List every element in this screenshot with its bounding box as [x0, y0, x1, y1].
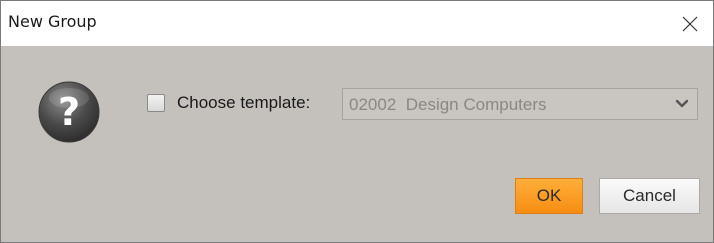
new-group-dialog: New Group ? Choose template: 02002 Desig…	[0, 0, 714, 243]
chevron-down-icon	[675, 99, 689, 108]
svg-text:?: ?	[58, 90, 80, 134]
template-checkbox[interactable]	[147, 94, 165, 112]
close-icon	[682, 16, 698, 31]
ok-button[interactable]: OK	[515, 178, 583, 214]
choose-template-label: Choose template:	[177, 93, 311, 112]
dialog-title: New Group	[8, 12, 97, 31]
template-select[interactable]: 02002 Design Computers	[342, 88, 698, 120]
close-button[interactable]	[667, 1, 713, 46]
question-icon: ?	[38, 81, 100, 143]
cancel-button[interactable]: Cancel	[599, 178, 700, 214]
template-select-value: 02002 Design Computers	[349, 95, 547, 114]
dialog-body: ? Choose template: 02002 Design Computer…	[1, 46, 713, 242]
title-bar: New Group	[1, 1, 713, 46]
